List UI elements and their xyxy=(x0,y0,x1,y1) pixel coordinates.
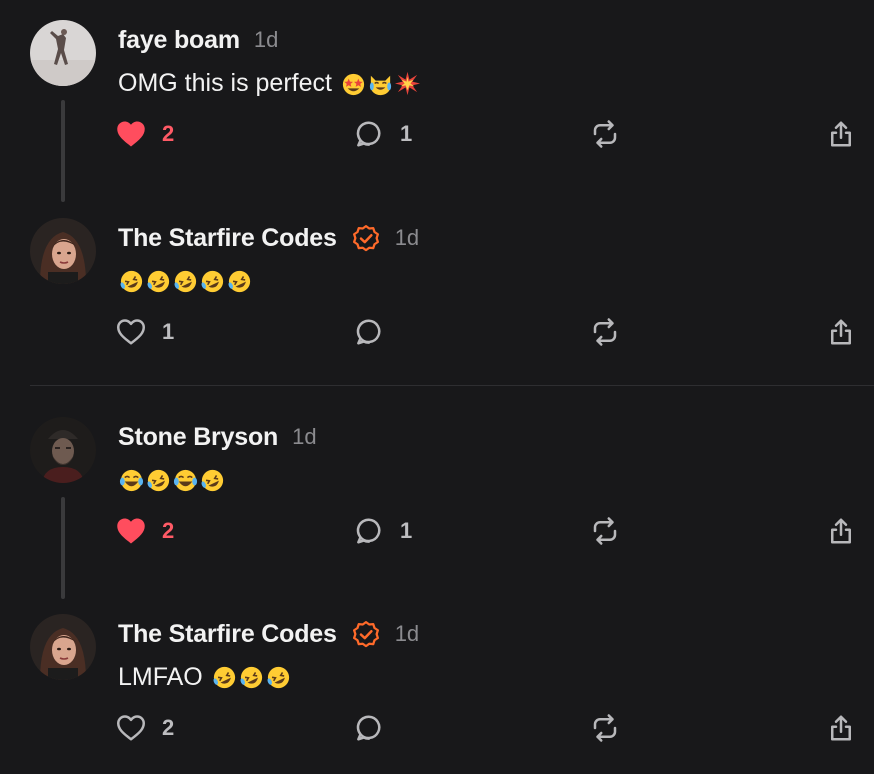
post-header: Stone Bryson 1d xyxy=(118,423,317,451)
emoji-row xyxy=(340,70,421,97)
verified-badge-icon xyxy=(351,223,381,253)
repost-icon xyxy=(593,318,617,346)
post-actions: 2 xyxy=(0,706,874,750)
rofl-emoji xyxy=(120,270,143,292)
rofl-emoji xyxy=(147,270,170,292)
like-count: 2 xyxy=(162,121,175,146)
post-text-content: OMG this is perfect xyxy=(118,68,332,97)
rofl-emoji xyxy=(201,469,224,491)
reply-count: 1 xyxy=(400,121,413,146)
star-struck-emoji xyxy=(342,73,365,95)
like-button[interactable]: 2 xyxy=(116,509,174,553)
timestamp[interactable]: 1d xyxy=(292,424,316,450)
reply-button[interactable] xyxy=(354,310,400,354)
comment-bubble-icon xyxy=(356,121,381,147)
avatar[interactable] xyxy=(30,218,96,284)
verified-badge-icon xyxy=(351,619,381,649)
reply-count: 1 xyxy=(400,518,413,543)
post-text: OMG this is perfect xyxy=(118,68,421,98)
post: faye boam 1d OMG this is perfect 2 1 xyxy=(0,20,874,180)
rofl-emoji xyxy=(240,666,262,688)
crying-cat-emoji xyxy=(369,75,392,95)
share-button[interactable] xyxy=(826,706,856,750)
post: The Starfire Codes 1d 1 xyxy=(0,218,874,378)
collision-emoji xyxy=(394,71,420,95)
repost-icon xyxy=(593,517,617,545)
emoji-row xyxy=(118,268,253,295)
comment-bubble-icon xyxy=(356,319,381,345)
author-name[interactable]: The Starfire Codes xyxy=(118,620,337,649)
post-header: faye boam 1d xyxy=(118,26,278,54)
heart-filled-icon xyxy=(117,121,145,147)
like-count: 2 xyxy=(162,715,175,740)
share-icon xyxy=(831,319,851,345)
share-button[interactable] xyxy=(826,112,856,156)
rofl-emoji xyxy=(213,666,235,688)
heart-outline-icon xyxy=(117,715,145,741)
divider xyxy=(30,385,874,386)
emoji-row xyxy=(211,664,292,691)
emoji-row xyxy=(118,467,226,494)
avatar[interactable] xyxy=(30,20,96,86)
reply-button[interactable] xyxy=(354,706,400,750)
repost-button[interactable] xyxy=(590,112,620,156)
timestamp[interactable]: 1d xyxy=(395,225,419,251)
like-count: 1 xyxy=(162,319,175,344)
rofl-emoji xyxy=(174,270,197,292)
post-header: The Starfire Codes 1d xyxy=(118,224,419,252)
repost-icon xyxy=(593,120,617,148)
comment-bubble-icon xyxy=(356,715,381,741)
rofl-emoji xyxy=(228,270,251,292)
reply-button[interactable]: 1 xyxy=(354,112,412,156)
timestamp[interactable]: 1d xyxy=(395,621,419,647)
share-button[interactable] xyxy=(826,310,856,354)
like-button[interactable]: 1 xyxy=(116,310,174,354)
like-button[interactable]: 2 xyxy=(116,112,174,156)
post: The Starfire Codes 1d LMFAO 2 xyxy=(0,614,874,774)
post-text xyxy=(118,465,226,495)
repost-button[interactable] xyxy=(590,509,620,553)
author-name[interactable]: faye boam xyxy=(118,26,240,55)
repost-button[interactable] xyxy=(590,706,620,750)
joy-emoji xyxy=(119,469,144,491)
comment-bubble-icon xyxy=(356,518,381,544)
reply-button[interactable]: 1 xyxy=(354,509,412,553)
post-text xyxy=(118,266,253,296)
share-icon xyxy=(831,715,851,741)
author-name[interactable]: The Starfire Codes xyxy=(118,224,337,253)
heart-outline-icon xyxy=(117,319,145,345)
post-text-content: LMFAO xyxy=(118,662,203,691)
avatar[interactable] xyxy=(30,614,96,680)
post: Stone Bryson 1d 2 1 xyxy=(0,417,874,577)
share-button[interactable] xyxy=(826,509,856,553)
repost-icon xyxy=(593,714,617,742)
like-count: 2 xyxy=(162,518,175,543)
timestamp[interactable]: 1d xyxy=(254,27,278,53)
avatar[interactable] xyxy=(30,417,96,483)
repost-button[interactable] xyxy=(590,310,620,354)
post-actions: 2 1 xyxy=(0,509,874,553)
post-header: The Starfire Codes 1d xyxy=(118,620,419,648)
post-actions: 1 xyxy=(0,310,874,354)
rofl-emoji xyxy=(147,469,170,491)
heart-filled-icon xyxy=(117,518,145,544)
rofl-emoji xyxy=(201,270,224,292)
joy-emoji xyxy=(173,469,198,491)
like-button[interactable]: 2 xyxy=(116,706,174,750)
post-actions: 2 1 xyxy=(0,112,874,156)
post-text: LMFAO xyxy=(118,662,292,692)
share-icon xyxy=(831,121,851,147)
author-name[interactable]: Stone Bryson xyxy=(118,423,278,452)
share-icon xyxy=(831,518,851,544)
rofl-emoji xyxy=(267,666,289,688)
